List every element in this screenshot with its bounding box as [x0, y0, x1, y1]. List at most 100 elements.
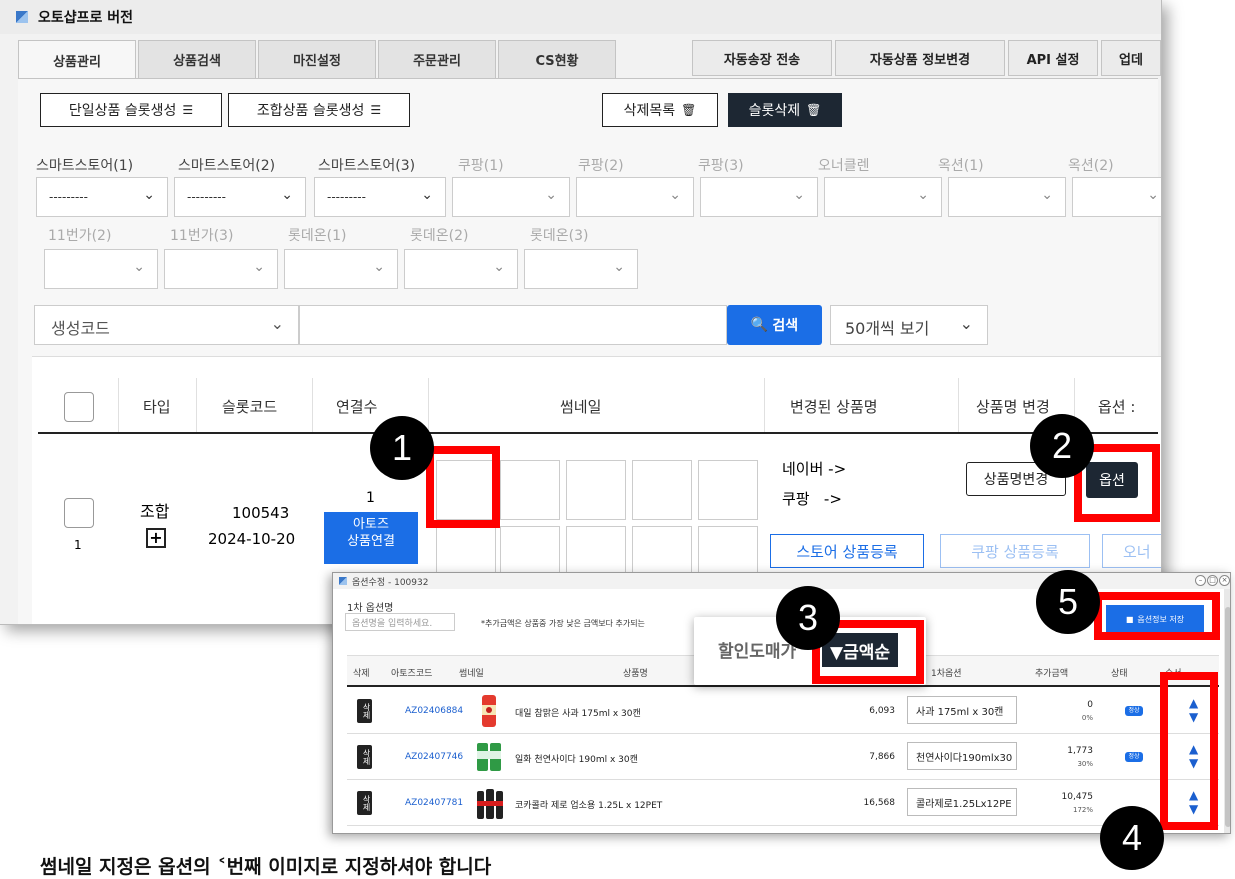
chevron-down-icon: ⌄	[793, 187, 805, 203]
store-select[interactable]: ⌄	[700, 177, 818, 217]
tab-product-manage[interactable]: 상품관리	[18, 40, 136, 80]
chevron-down-icon: ⌄	[421, 187, 433, 203]
popup-scrollbar[interactable]	[1224, 589, 1230, 833]
tab-cs-status[interactable]: CS현황	[498, 40, 616, 78]
maximize-icon[interactable]: □	[1207, 575, 1218, 586]
store-select[interactable]: ⌄	[164, 249, 278, 289]
tab-auto-product-update[interactable]: 자동상품 정보변경	[835, 40, 1005, 76]
coupang-name: 쿠팡 ->	[782, 490, 842, 508]
list-icon: ☰	[182, 103, 194, 117]
product-thumbnail	[475, 739, 503, 775]
select-all-checkbox[interactable]	[64, 392, 94, 422]
slot-date: 2024-10-20	[208, 530, 296, 548]
atoz-code-link[interactable]: AZ02406884	[405, 706, 463, 716]
chevron-down-icon: ⌄	[1147, 187, 1159, 203]
chevron-down-icon: ⌄	[1041, 187, 1053, 203]
step-marker-3: 3	[776, 586, 840, 650]
add-percent: 0%	[1081, 714, 1093, 722]
app-icon	[339, 577, 347, 585]
store-select[interactable]: ⌄	[284, 249, 398, 289]
search-input[interactable]	[299, 305, 727, 345]
chevron-down-icon: ⌄	[143, 187, 155, 203]
tab-api-settings[interactable]: API 설정	[1008, 40, 1098, 76]
first-option-input[interactable]: 옵션명을 입력하세요.	[345, 613, 455, 631]
product-thumbnail	[475, 785, 503, 821]
store-select[interactable]: ⌄	[452, 177, 570, 217]
combo-slot-label: 조합상품 슬롯생성	[256, 103, 365, 119]
product-price: 7,866	[869, 752, 895, 762]
atoz-code-link[interactable]: AZ02407746	[405, 752, 463, 762]
option-input[interactable]: 콜라제로1.25Lx12PE	[907, 788, 1017, 816]
expand-plus-icon[interactable]: +	[146, 528, 166, 548]
atoz-link-button[interactable]: 아토즈 상품연결	[324, 512, 418, 564]
chevron-down-icon: ⌄	[669, 187, 681, 203]
search-field-select[interactable]: 생성코드 ⌄	[34, 305, 299, 345]
tab-update[interactable]: 업데	[1101, 40, 1161, 76]
add-amount: 1,773	[1067, 746, 1093, 756]
store-select[interactable]: --------- ⌄	[36, 177, 168, 217]
thumbnail-slot[interactable]	[698, 460, 758, 520]
per-page-select[interactable]: 50개씩 보기 ⌄	[830, 305, 988, 345]
product-name: 대일 참맑은 사과 175ml x 30캔	[515, 709, 641, 719]
more-register-button[interactable]: 오너	[1102, 534, 1161, 568]
store-label: 쿠팡(2)	[578, 158, 624, 174]
step-marker-2: 2	[1030, 414, 1094, 478]
search-button[interactable]: 🔍 검색	[727, 305, 822, 345]
store-register-button[interactable]: 스토어 상품등록	[770, 534, 924, 568]
column-header: 추가금액	[1035, 669, 1069, 679]
chevron-down-icon: ⌄	[613, 259, 625, 275]
delete-button[interactable]: 삭제	[357, 791, 372, 815]
tab-auto-invoice[interactable]: 자동송장 전송	[692, 40, 832, 76]
option-input[interactable]: 사과 175ml x 30캔	[907, 696, 1017, 724]
store-select[interactable]: ⌄	[948, 177, 1066, 217]
thumbnail-slot[interactable]	[566, 460, 626, 520]
store-select[interactable]: ⌄	[404, 249, 518, 289]
store-select[interactable]: ⌄	[524, 249, 638, 289]
store-select[interactable]: ⌄	[44, 249, 158, 289]
store-label: 11번가(2)	[48, 228, 112, 244]
coupang-register-button[interactable]: 쿠팡 상품등록	[940, 534, 1090, 568]
store-label: 쿠팡(3)	[698, 158, 744, 174]
store-label: 스마트스토어(2)	[178, 158, 276, 174]
step-marker-1: 1	[370, 416, 434, 480]
store-select[interactable]: ⌄	[576, 177, 694, 217]
slot-delete-button[interactable]: 슬롯삭제 🗑	[728, 93, 842, 127]
thumbnail-slot[interactable]	[632, 460, 692, 520]
delete-list-button[interactable]: 삭제목록 🗑	[602, 93, 718, 127]
row-checkbox[interactable]	[64, 498, 94, 528]
delete-button[interactable]: 삭제	[357, 745, 372, 769]
column-header: 변경된 상품명	[790, 398, 878, 416]
tab-order-manage[interactable]: 주문관리	[378, 40, 496, 78]
chevron-down-icon: ⌄	[133, 259, 145, 275]
option-input[interactable]: 천연사이다190mlx30	[907, 742, 1017, 770]
tab-margin-settings[interactable]: 마진설정	[258, 40, 376, 78]
chevron-down-icon: ⌄	[281, 187, 293, 203]
tab-product-search[interactable]: 상품검색	[138, 40, 256, 78]
store-label: 스마트스토어(1)	[36, 158, 134, 174]
product-price: 6,093	[869, 706, 895, 716]
column-header: 1차옵션	[931, 669, 962, 679]
atoz-code-link[interactable]: AZ02407781	[405, 798, 463, 808]
highlight-order-arrows	[1160, 672, 1218, 830]
column-header: 아토즈코드	[391, 669, 433, 679]
column-header: 썸네일	[560, 398, 602, 416]
delete-button[interactable]: 삭제	[357, 699, 372, 723]
single-slot-button[interactable]: 단일상품 슬롯생성 ☰	[40, 93, 222, 127]
store-select[interactable]: ⌄	[1072, 177, 1161, 217]
note-text: *추가금액은 상품중 가장 낮은 금액보다 추가되는	[481, 619, 645, 628]
first-option-label: 1차 옵션명	[347, 603, 394, 614]
chevron-down-icon: ⌄	[959, 314, 973, 333]
trash-icon: 🗑	[806, 103, 822, 117]
store-select[interactable]: --------- ⌄	[314, 177, 446, 217]
store-select[interactable]: ⌄	[824, 177, 942, 217]
naver-name: 네이버 ->	[782, 460, 847, 478]
chevron-down-icon: ⌄	[270, 314, 284, 333]
store-select[interactable]: --------- ⌄	[174, 177, 306, 217]
store-label: 롯데온(1)	[288, 228, 347, 244]
combo-slot-button[interactable]: 조합상품 슬롯생성 ☰	[228, 93, 410, 127]
store-label: 오너클렌	[818, 158, 870, 174]
close-icon[interactable]: ×	[1219, 575, 1230, 586]
minimize-icon[interactable]: –	[1195, 575, 1206, 586]
thumbnail-slot[interactable]	[500, 460, 560, 520]
list-icon: ☰	[370, 103, 382, 117]
